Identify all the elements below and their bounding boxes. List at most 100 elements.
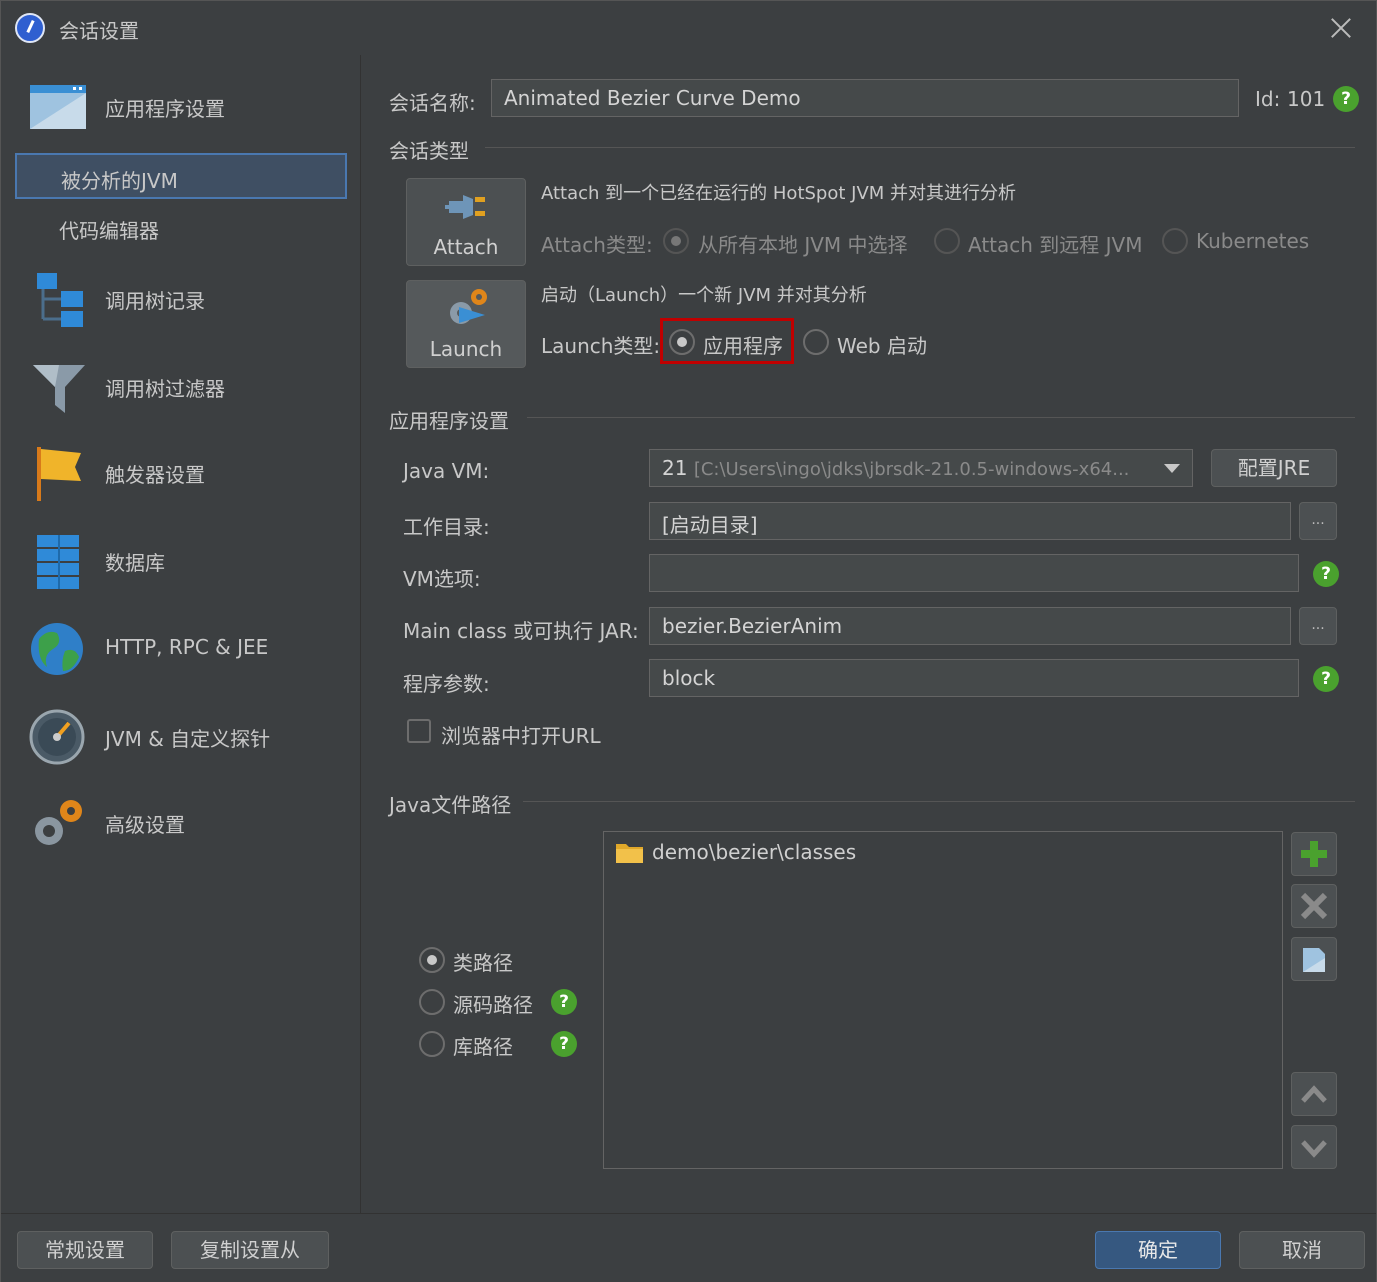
- sidebar-item-code-editor[interactable]: 代码编辑器: [15, 205, 347, 251]
- configure-jre-button[interactable]: 配置JRE: [1211, 449, 1337, 487]
- launch-application-label: 应用程序: [703, 334, 783, 358]
- session-id-label: Id:: [1255, 87, 1281, 111]
- open-url-label: 浏览器中打开URL: [441, 724, 601, 748]
- move-up-button[interactable]: [1291, 1072, 1337, 1116]
- delete-icon: [1300, 892, 1328, 920]
- sidebar-item-label: 被分析的JVM: [61, 169, 178, 193]
- launch-application-radio[interactable]: [669, 329, 695, 355]
- launch-webstart-radio[interactable]: [803, 329, 829, 355]
- sidebar-item-databases[interactable]: 数据库: [3, 521, 361, 601]
- attach-remote-radio[interactable]: [934, 228, 960, 254]
- sidebar-item-advanced-settings[interactable]: 高级设置: [3, 783, 361, 863]
- launch-gear-icon: [450, 289, 487, 324]
- title-bar: 会话设置: [1, 1, 1376, 55]
- chevron-up-icon: [1301, 1085, 1327, 1103]
- sidebar-item-call-tree-recording[interactable]: 调用树记录: [3, 259, 361, 339]
- remove-button[interactable]: [1291, 884, 1337, 928]
- sidebar-item-profiled-jvm[interactable]: 被分析的JVM: [15, 153, 347, 199]
- session-id-value: 101: [1287, 87, 1326, 111]
- help-icon[interactable]: ?: [1313, 666, 1339, 692]
- gears-icon: [35, 800, 82, 845]
- sidebar-item-http-rpc-jee[interactable]: HTTP, RPC & JEE: [3, 609, 361, 689]
- attach-button-label: Attach: [433, 235, 499, 259]
- app-logo-icon: [15, 13, 45, 43]
- database-icon: [37, 535, 79, 589]
- sidebar-item-label: 调用树过滤器: [105, 377, 225, 401]
- help-icon[interactable]: ?: [1333, 86, 1359, 112]
- cancel-button[interactable]: 取消: [1239, 1231, 1365, 1269]
- main-panel: 会话名称: Animated Bezier Curve Demo Id: 101…: [363, 55, 1376, 1213]
- close-icon[interactable]: [1326, 13, 1356, 43]
- vm-options-input[interactable]: [649, 554, 1299, 592]
- java-vm-version: 21: [662, 456, 688, 480]
- filter-icon: [33, 365, 85, 413]
- java-vm-select[interactable]: 21 [C:\Users\ingo\jdks\jbrsdk-21.0.5-win…: [649, 449, 1193, 487]
- sidebar-item-label: 高级设置: [105, 813, 185, 837]
- path-list[interactable]: demo\bezier\classes: [603, 831, 1283, 1169]
- session-name-label: 会话名称:: [389, 91, 476, 115]
- attach-local-label: 从所有本地 JVM 中选择: [698, 233, 908, 257]
- folder-icon: [616, 844, 643, 863]
- chevron-down-icon: [1301, 1140, 1327, 1158]
- session-settings-dialog: 会话设置 应用程序设置 被分析的JVM 代码编辑器 调用树记录 调用树过滤器 触…: [0, 0, 1377, 1282]
- call-tree-icon: [37, 273, 83, 327]
- plus-icon: [1301, 841, 1327, 867]
- attach-button[interactable]: Attach: [406, 178, 526, 266]
- sidebar-item-call-tree-filters[interactable]: 调用树过滤器: [3, 347, 361, 427]
- sidebar: 应用程序设置 被分析的JVM 代码编辑器 调用树记录 调用树过滤器 触发器设置 …: [3, 55, 361, 1213]
- sidebar-item-label: JVM & 自定义探针: [105, 727, 271, 751]
- args-input[interactable]: block: [649, 659, 1299, 697]
- document-icon: [1303, 948, 1325, 972]
- attach-kubernetes-label: Kubernetes: [1196, 229, 1310, 253]
- sidebar-item-label: 代码编辑器: [59, 219, 159, 243]
- add-button[interactable]: [1291, 832, 1337, 876]
- window-title: 会话设置: [59, 19, 139, 43]
- main-class-input[interactable]: bezier.BezierAnim: [649, 607, 1291, 645]
- help-icon[interactable]: ?: [551, 989, 577, 1015]
- general-settings-button[interactable]: 常规设置: [17, 1231, 153, 1269]
- section-divider: [485, 147, 1355, 148]
- copy-settings-button[interactable]: 复制设置从: [171, 1231, 329, 1269]
- window-icon: [30, 85, 86, 129]
- args-label: 程序参数:: [403, 672, 490, 696]
- launch-description: 启动（Launch）一个新 JVM 并对其分析: [541, 285, 867, 306]
- java-vm-label: Java VM:: [403, 459, 490, 483]
- help-icon[interactable]: ?: [1313, 561, 1339, 587]
- classpath-radio[interactable]: [419, 947, 445, 973]
- workdir-label: 工作目录:: [403, 515, 490, 539]
- session-name-input[interactable]: Animated Bezier Curve Demo: [491, 79, 1239, 117]
- list-item-label: demo\bezier\classes: [652, 840, 857, 864]
- attach-kubernetes-radio[interactable]: [1162, 228, 1188, 254]
- sidebar-item-label: HTTP, RPC & JEE: [105, 635, 269, 659]
- sidebar-item-app-settings[interactable]: 应用程序设置: [3, 67, 361, 147]
- edit-button[interactable]: [1291, 937, 1337, 981]
- librarypath-radio[interactable]: [419, 1031, 445, 1057]
- launch-button[interactable]: Launch: [406, 280, 526, 368]
- help-icon[interactable]: ?: [551, 1031, 577, 1057]
- java-paths-section-title: Java文件路径: [389, 793, 512, 817]
- list-item[interactable]: demo\bezier\classes: [616, 838, 1266, 868]
- workdir-input[interactable]: [启动目录]: [649, 502, 1291, 540]
- main-class-label: Main class 或可执行 JAR:: [403, 619, 639, 643]
- workdir-browse-button[interactable]: ...: [1299, 502, 1337, 540]
- sidebar-item-label: 触发器设置: [105, 463, 205, 487]
- section-divider: [523, 801, 1355, 802]
- attach-local-radio[interactable]: [663, 228, 689, 254]
- open-url-checkbox[interactable]: [407, 719, 431, 743]
- vm-options-label: VM选项:: [403, 567, 481, 591]
- move-down-button[interactable]: [1291, 1125, 1337, 1169]
- sourcepath-radio[interactable]: [419, 989, 445, 1015]
- ok-button[interactable]: 确定: [1095, 1231, 1221, 1269]
- sidebar-item-jvm-custom-probes[interactable]: JVM & 自定义探针: [3, 697, 361, 777]
- classpath-label: 类路径: [453, 951, 513, 975]
- dialog-footer: 常规设置 复制设置从 确定 取消: [1, 1213, 1376, 1282]
- sidebar-item-label: 数据库: [105, 551, 165, 575]
- sidebar-item-trigger-settings[interactable]: 触发器设置: [3, 433, 361, 513]
- sidebar-item-label: 应用程序设置: [105, 97, 225, 121]
- main-class-browse-button[interactable]: ...: [1299, 607, 1337, 645]
- java-vm-path: [C:\Users\ingo\jdks\jbrsdk-21.0.5-window…: [693, 459, 1130, 480]
- launch-button-label: Launch: [429, 337, 503, 361]
- librarypath-label: 库路径: [453, 1035, 513, 1059]
- globe-icon: [31, 623, 83, 675]
- chevron-down-icon: [1164, 464, 1180, 473]
